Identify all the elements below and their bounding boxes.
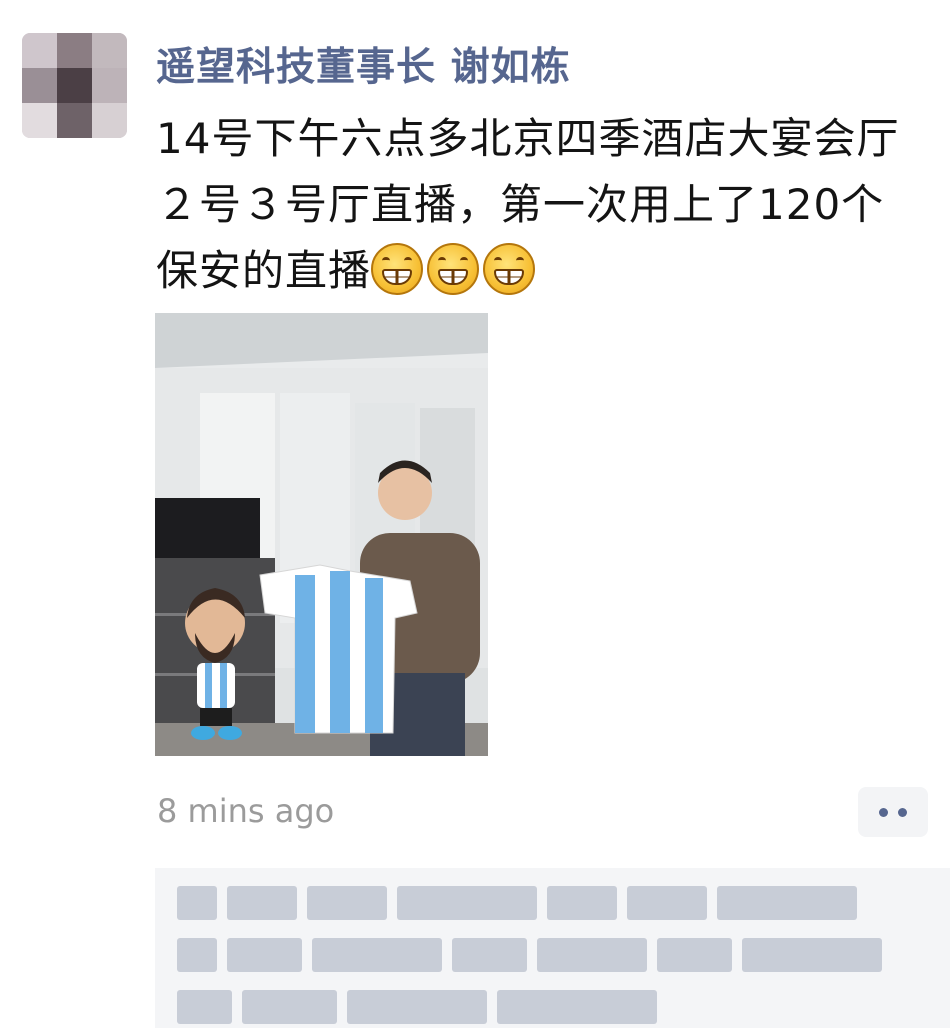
more-dots-icon bbox=[898, 807, 907, 817]
post-photo-illustration bbox=[155, 313, 488, 756]
author-name[interactable]: 遥望科技董事长 谢如栋 bbox=[156, 36, 571, 92]
avatar[interactable] bbox=[22, 33, 127, 138]
blurred-comment-line bbox=[177, 886, 857, 920]
grin-icon bbox=[483, 243, 536, 295]
emoji-group bbox=[371, 243, 539, 295]
grin-icon bbox=[427, 243, 480, 295]
post-text: 14号下午六点多北京四季酒店大宴会厅２号３号厅直播，第一次用上了120个保安的直… bbox=[156, 106, 926, 304]
timestamp: 8 mins ago bbox=[157, 792, 335, 830]
blurred-comment-line bbox=[177, 938, 882, 972]
more-options-button[interactable] bbox=[858, 787, 928, 837]
more-dots-icon bbox=[879, 807, 888, 817]
post-photo[interactable] bbox=[155, 313, 488, 756]
comments-area bbox=[155, 868, 950, 1028]
grin-icon bbox=[371, 243, 424, 295]
blurred-comment-line bbox=[177, 990, 657, 1024]
